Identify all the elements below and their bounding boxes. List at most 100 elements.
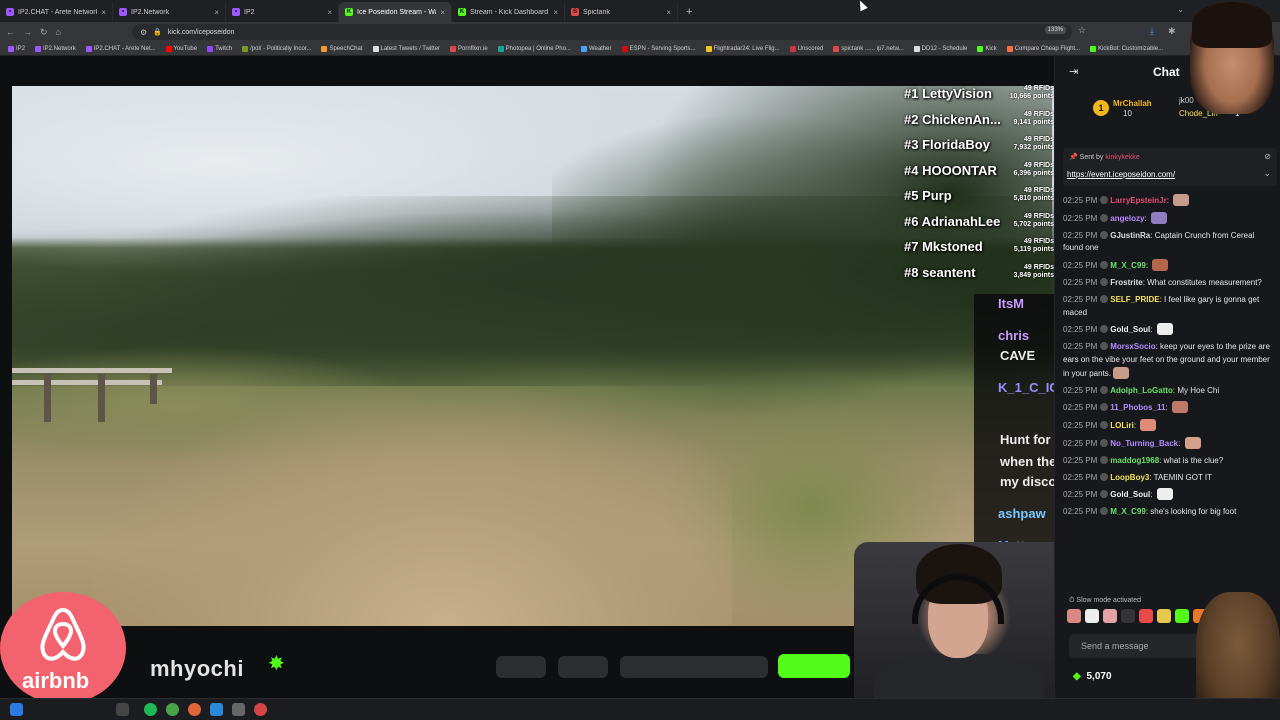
bookmark-label: IP2.Network [43, 45, 76, 52]
site-info-icon[interactable]: ⚙ [140, 28, 147, 37]
leaderboard-row: #3 FloridaBoy 49 RFIDs 7,932 points [898, 135, 1054, 159]
chat-username[interactable]: LOLiri [1110, 421, 1134, 430]
pinned-sent-by-user[interactable]: kinkykekke [1105, 154, 1139, 161]
steam-icon[interactable] [210, 703, 223, 716]
bookmark-label: /pol/ - Politically Incor... [250, 45, 312, 52]
bookmark-item[interactable]: Compare Cheap Flight... [1006, 45, 1080, 52]
chat-username[interactable]: GJustinRa [1110, 231, 1150, 240]
chat-timestamp: 02:25 PM [1063, 230, 1098, 240]
gifter-name[interactable]: jk00 [1179, 96, 1194, 105]
bookmark-item[interactable]: IP2.Network [35, 45, 76, 52]
close-tab-icon[interactable]: × [666, 8, 671, 17]
browser-tab[interactable]: • IP2.Network × [113, 2, 226, 22]
reload-icon[interactable]: ↻ [40, 27, 48, 38]
bookmark-item[interactable]: spictank ...... ip7.netw... [833, 45, 904, 52]
browser-tab[interactable]: • IP2.CHAT - Arete Network × [0, 2, 113, 22]
browser-tab[interactable]: S Spictank × [565, 2, 678, 22]
bookmark-item[interactable]: Photopea | Online Pho... [497, 45, 571, 52]
chat-username[interactable]: Gold_Soul [1110, 325, 1150, 334]
close-tab-icon[interactable]: × [214, 8, 219, 17]
chat-username[interactable]: angelozy [1110, 214, 1144, 223]
emote-icon[interactable] [1175, 609, 1189, 623]
close-tab-icon[interactable]: × [101, 8, 106, 17]
browser-tab[interactable]: K Stream - Kick Dashboard × [452, 2, 565, 22]
emote-icon[interactable] [1157, 609, 1171, 623]
pinned-sender: 📌 Sent by kinkykekke [1069, 153, 1140, 161]
chat-username[interactable]: M_X_C99 [1110, 507, 1146, 516]
bookmark-item[interactable]: Kick [977, 45, 997, 52]
chat-username[interactable]: M_X_C99 [1110, 261, 1146, 270]
collapse-chat-icon[interactable]: ⇥ [1069, 65, 1078, 78]
chat-username[interactable]: SELF_PRIDE [1110, 295, 1159, 304]
home-icon[interactable]: ⌂ [56, 27, 61, 37]
start-icon[interactable] [10, 703, 23, 716]
bookmark-item[interactable]: YouTube [165, 45, 197, 52]
emote-icon[interactable] [1103, 609, 1117, 623]
channel-points[interactable]: ◆ 5,070 [1073, 671, 1112, 682]
tab-search-icon[interactable]: ⌄ [1177, 5, 1184, 14]
user-badge-icon [1100, 196, 1109, 204]
follow-button[interactable] [778, 654, 850, 678]
bookmark-item[interactable]: SpeechChat [321, 45, 363, 52]
zoom-level[interactable]: 133% [1044, 26, 1066, 34]
url-field[interactable]: ⚙ 🔒 kick.com/iceposeidon 133% ☆ [132, 24, 1086, 40]
bookmark-item[interactable]: IP2.CHAT - Arete Net... [85, 45, 156, 52]
obs-icon[interactable] [254, 703, 267, 716]
bookmark-item[interactable]: IP2 [8, 45, 25, 52]
share-button[interactable] [496, 656, 546, 678]
forward-icon[interactable]: → [23, 27, 32, 37]
emote-icon[interactable] [1121, 609, 1135, 623]
emote-icon[interactable] [1067, 609, 1081, 623]
bookmark-item[interactable]: KickBot: Customizable... [1090, 45, 1163, 52]
bookmark-item[interactable]: Pornflixn.ie [449, 45, 488, 52]
bookmark-item[interactable]: DD12 - Schedule [913, 45, 967, 52]
overlay-chat-line: my disco [1000, 474, 1054, 489]
download-icon[interactable]: ⤓ [1150, 26, 1154, 37]
bookmark-item[interactable]: Unscored [789, 45, 823, 52]
bookmark-item[interactable]: ESPN - Serving Sports... [621, 45, 696, 52]
leaderboard-stats: 49 RFIDs 5,810 points [1014, 187, 1054, 203]
bookmark-item[interactable]: Weather [580, 45, 612, 52]
verified-badge-icon: ✸ [268, 653, 285, 675]
bookmark-item[interactable]: Flightradar24: Live Flig... [705, 45, 780, 52]
close-tab-icon[interactable]: × [440, 8, 445, 17]
chrome-icon[interactable] [166, 703, 179, 716]
overlay-chat-line: ashpaw [998, 506, 1046, 521]
chat-username[interactable]: Gold_Soul [1110, 490, 1150, 499]
emote-icon[interactable] [1139, 609, 1153, 623]
chat-username[interactable]: 11_Phobos_11 [1110, 403, 1165, 412]
bookmark-star-icon[interactable]: ☆ [1078, 25, 1086, 36]
hide-pinned-icon[interactable]: ⊘ [1264, 152, 1271, 161]
bookmark-item[interactable]: Latest Tweets / Twitter [372, 45, 440, 52]
close-tab-icon[interactable]: × [553, 8, 558, 17]
chat-username[interactable]: Adolph_LoGatto [1110, 386, 1173, 395]
close-tab-icon[interactable]: × [327, 8, 332, 17]
leaderboard-name: #4 HOOONTAR [904, 162, 997, 178]
chat-username[interactable]: LarryEpsteinJr [1110, 196, 1166, 205]
channel-name[interactable]: mhyochi [150, 656, 244, 682]
chat-username[interactable]: Frostrite [1110, 278, 1142, 287]
browser-tab[interactable]: • IP2 × [226, 2, 339, 22]
browser-tab[interactable]: K Ice Poseidon Stream - Wat × [339, 2, 452, 22]
taskbar-app-icon[interactable] [116, 703, 129, 716]
bookmark-favicon-icon [497, 45, 504, 52]
settings-icon[interactable] [232, 703, 245, 716]
bookmark-item[interactable]: Twitch [207, 45, 232, 52]
gift-sub-button[interactable] [620, 656, 768, 678]
emote-icon[interactable] [1085, 609, 1099, 623]
chat-username[interactable]: LoopBoy3 [1110, 473, 1149, 482]
back-icon[interactable]: ← [6, 27, 15, 37]
bookmark-item[interactable]: /pol/ - Politically Incor... [242, 45, 312, 52]
new-tab-button[interactable]: + [686, 2, 692, 22]
firefox-icon[interactable] [188, 703, 201, 716]
bookmark-favicon-icon [580, 45, 587, 52]
gifter-name[interactable]: MrChallah [1113, 99, 1152, 108]
spotify-icon[interactable] [144, 703, 157, 716]
pinned-link[interactable]: https://event.iceposeidon.com/ [1067, 170, 1175, 179]
clip-button[interactable] [558, 656, 608, 678]
extensions-icon[interactable]: ✱ [1168, 26, 1176, 37]
chat-username[interactable]: No_Turning_Back [1110, 439, 1178, 448]
expand-pinned-chevron-icon[interactable]: ⌄ [1263, 168, 1271, 179]
chat-username[interactable]: MorsxSocio [1110, 342, 1155, 351]
chat-username[interactable]: maddog1968 [1110, 456, 1159, 465]
